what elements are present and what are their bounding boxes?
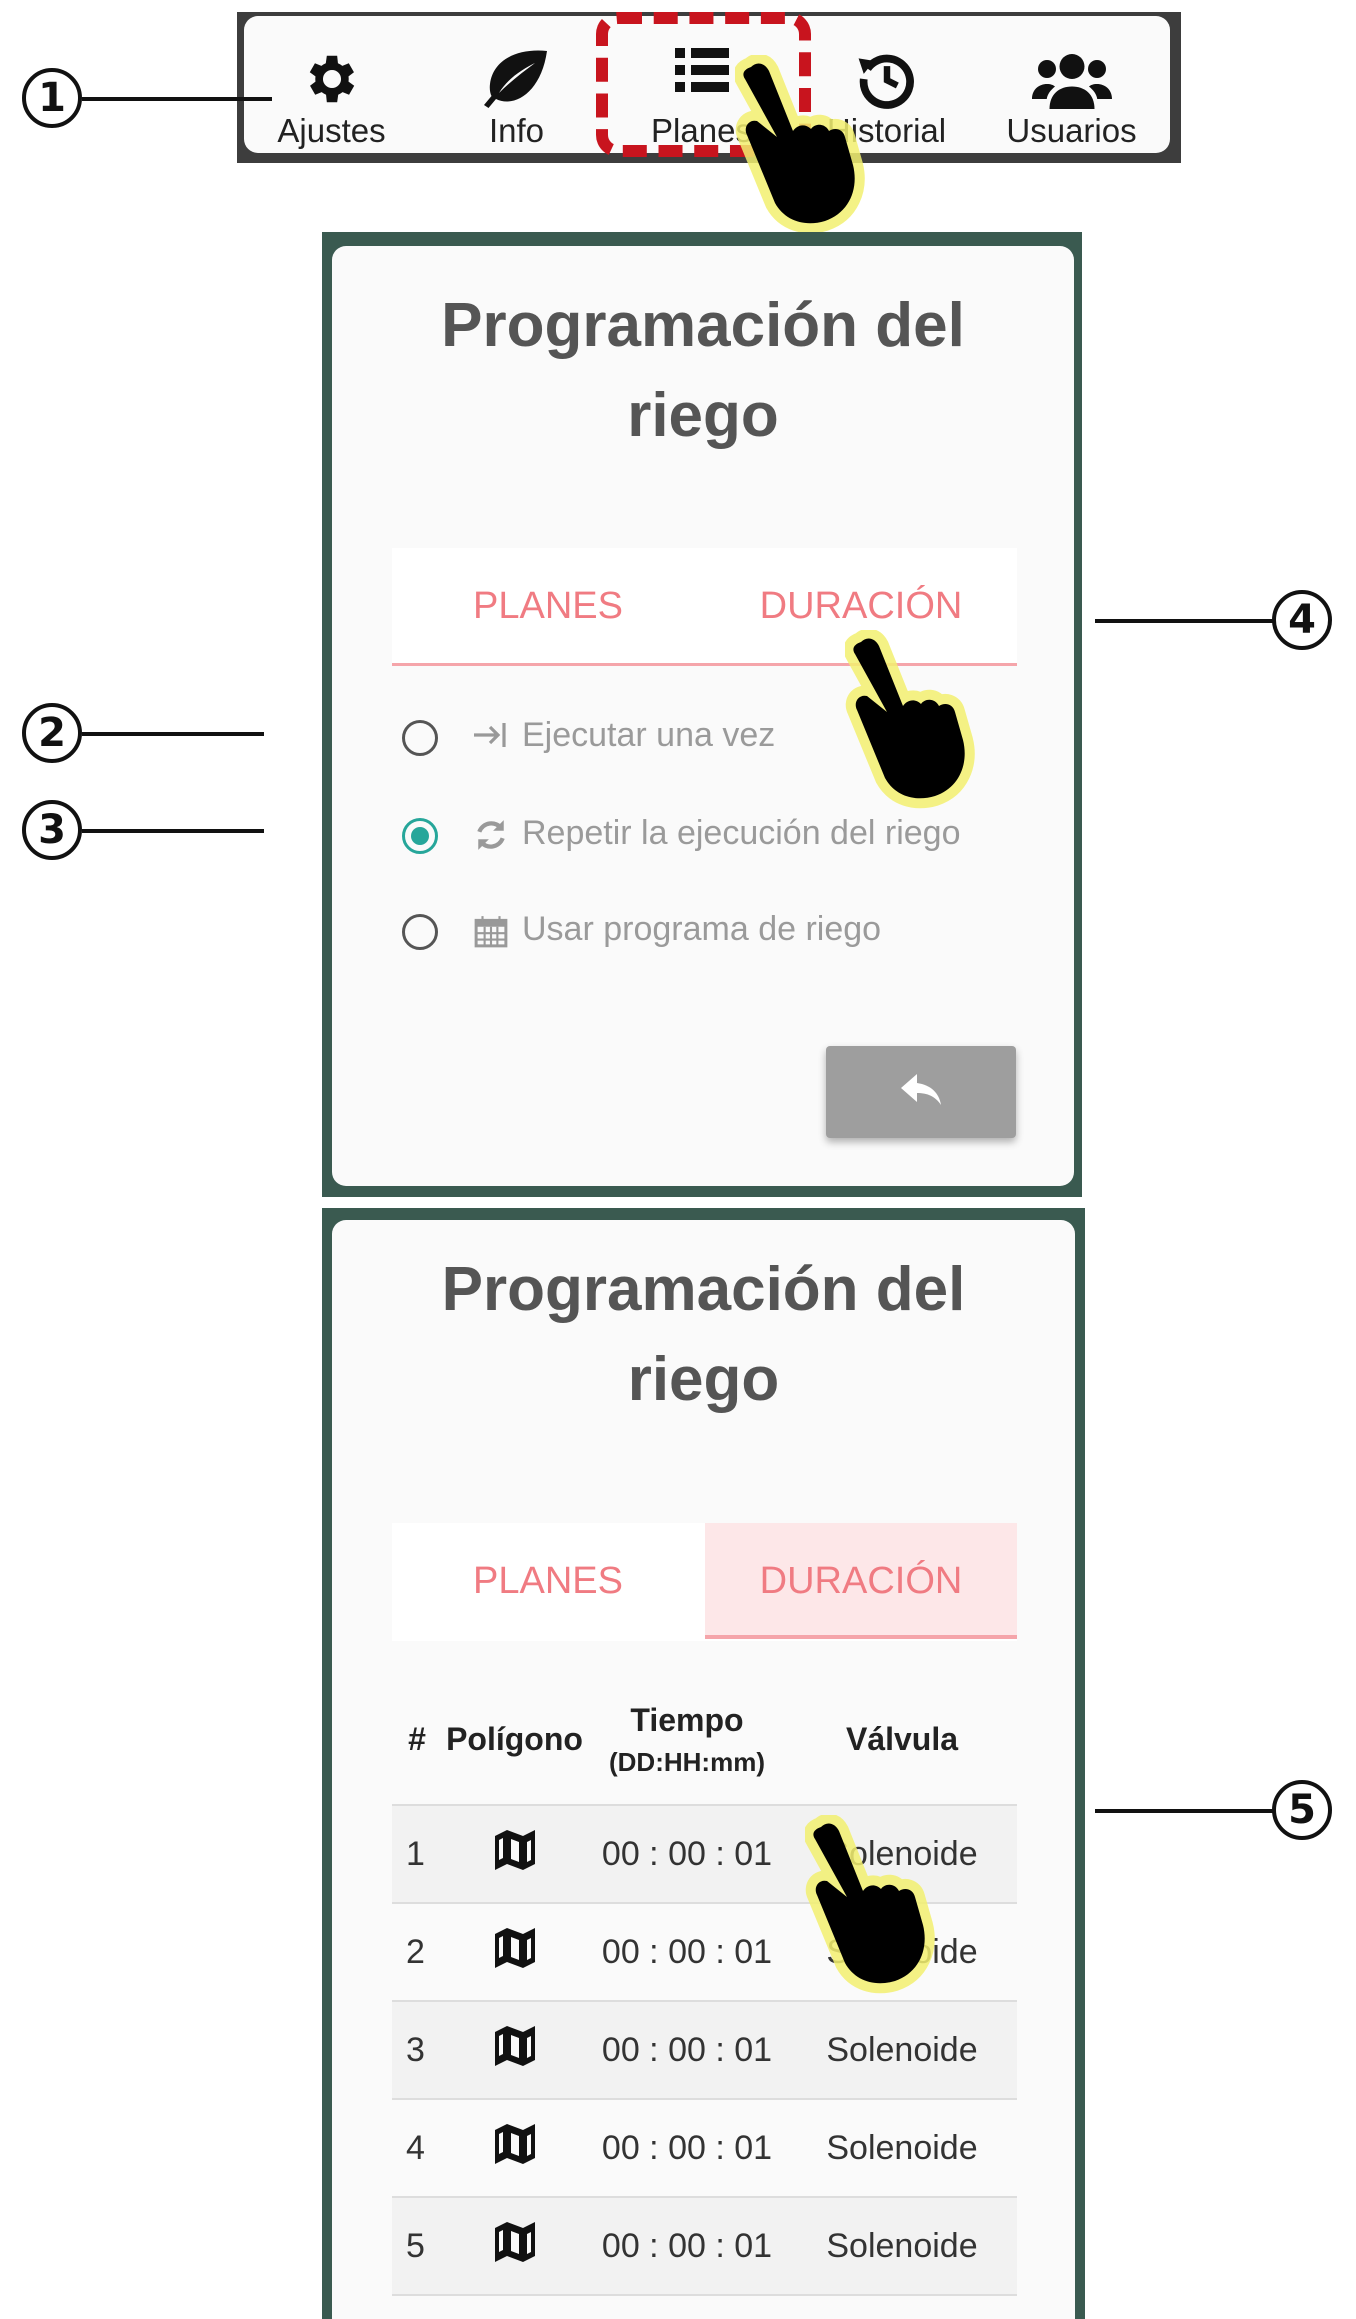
hand-pointer-icon	[805, 1815, 935, 1994]
col-header-time: Tiempo (DD:HH:mm)	[587, 1675, 787, 1805]
valve-cell: Solenoide	[787, 2000, 1017, 2099]
callout-1-line	[82, 97, 272, 101]
row-number: 4	[392, 2098, 442, 2197]
row-number: 6	[392, 2294, 442, 2319]
nav-item-ajustes[interactable]: Ajustes	[239, 16, 424, 153]
row-number: 2	[392, 1902, 442, 2001]
hand-pointer-icon	[735, 55, 865, 234]
col-header-time-unit: (DD:HH:mm)	[609, 1746, 765, 1777]
panel-programacion-duracion: Programación del riego PLANES DURACIÓN #…	[332, 1220, 1075, 2319]
map-icon	[494, 2221, 535, 2262]
time-cell[interactable]: 00 : 00 : 01	[587, 2294, 787, 2319]
nav-label: Ajustes	[277, 112, 386, 149]
nav-label: Info	[488, 112, 545, 149]
gear-icon	[309, 55, 354, 103]
valve-duration-table: # Polígono Tiempo (DD:HH:mm) Válvula 1 00…	[392, 1675, 1017, 2319]
map-icon	[494, 2123, 535, 2164]
table-row[interactable]: 4 00 : 00 : 01 Solenoide	[392, 2098, 1017, 2197]
refresh-icon	[477, 820, 505, 850]
map-icon	[494, 1927, 535, 1968]
table-row[interactable]: 6 00 : 00 : 01Solenoide	[392, 2294, 1017, 2319]
polygon-cell[interactable]	[442, 2000, 587, 2099]
nav-item-info[interactable]: Info	[424, 16, 609, 153]
arrow-to-line-icon	[474, 723, 506, 747]
polygon-cell[interactable]	[442, 2294, 587, 2319]
callout-5: 5	[1272, 1780, 1332, 1840]
option-label: Ejecutar una vez	[522, 716, 776, 754]
panel2-frame: Programación del riego PLANES DURACIÓN #…	[322, 1208, 1085, 2319]
col-header-time-label: Tiempo	[630, 1701, 744, 1738]
radio-button[interactable]	[402, 720, 438, 756]
col-header-polygon: Polígono	[446, 1721, 583, 1757]
callout-2: 2	[22, 703, 82, 763]
time-cell[interactable]: 00 : 00 : 01	[587, 2098, 787, 2197]
polygon-cell[interactable]	[442, 1804, 587, 1903]
panel-title-line1: Programación del	[441, 291, 965, 360]
callout-1: 1	[22, 68, 82, 128]
valve-cell: Solenoide	[787, 2196, 1017, 2295]
callout-2-line	[82, 732, 264, 736]
calendar-icon	[474, 916, 508, 948]
radio-button-checked[interactable]	[402, 818, 438, 854]
polygon-cell[interactable]	[442, 2098, 587, 2197]
callout-4-line	[1095, 619, 1273, 623]
time-cell[interactable]: 00 : 00 : 01	[587, 2196, 787, 2295]
radio-button[interactable]	[402, 914, 438, 950]
callout-3-line	[82, 829, 264, 833]
leaf-icon	[483, 50, 547, 108]
time-cell[interactable]: 00 : 00 : 01	[587, 1902, 787, 2001]
tab-planes[interactable]: PLANES	[392, 1523, 704, 1639]
reply-icon	[901, 1074, 941, 1105]
callout-4: 4	[1272, 590, 1332, 650]
option-label: Usar programa de riego	[522, 910, 882, 948]
tab-duracion-active[interactable]: DURACIÓN	[705, 1523, 1017, 1639]
polygon-cell[interactable]	[442, 2196, 587, 2295]
map-icon	[494, 2025, 535, 2066]
valve-cell: Solenoide	[787, 2294, 1017, 2319]
hand-pointer-icon	[845, 630, 975, 809]
panel-title-line1: Programación del	[441, 1255, 966, 1324]
row-number: 5	[392, 2196, 442, 2295]
nav-item-usuarios[interactable]: Usuarios	[979, 16, 1164, 153]
row-number: 1	[392, 1804, 442, 1903]
time-cell[interactable]: 00 : 00 : 01	[587, 2000, 787, 2099]
col-header-num: #	[408, 1721, 426, 1757]
tab-planes[interactable]: PLANES	[392, 548, 704, 664]
table-row[interactable]: 5 00 : 00 : 01 Solenoide	[392, 2196, 1017, 2295]
tab-bar: PLANES DURACIÓN	[392, 1523, 1017, 1641]
row-number: 3	[392, 2000, 442, 2099]
callout-3: 3	[22, 800, 82, 860]
col-header-valve: Válvula	[845, 1721, 959, 1757]
panel-title-line2: riego	[627, 1345, 780, 1414]
time-cell[interactable]: 00 : 00 : 01	[587, 1804, 787, 1903]
callout-5-line	[1095, 1809, 1273, 1813]
panel-title-line2: riego	[627, 381, 779, 450]
users-icon	[1031, 54, 1112, 109]
back-button[interactable]	[826, 1046, 1016, 1138]
polygon-cell[interactable]	[442, 1902, 587, 2001]
map-icon	[494, 1829, 535, 1870]
valve-cell: Solenoide	[787, 2098, 1017, 2197]
table-row[interactable]: 3 00 : 00 : 01 Solenoide	[392, 2000, 1017, 2099]
nav-label: Usuarios	[1006, 112, 1137, 149]
option-label: Repetir la ejecución del riego	[522, 814, 961, 852]
